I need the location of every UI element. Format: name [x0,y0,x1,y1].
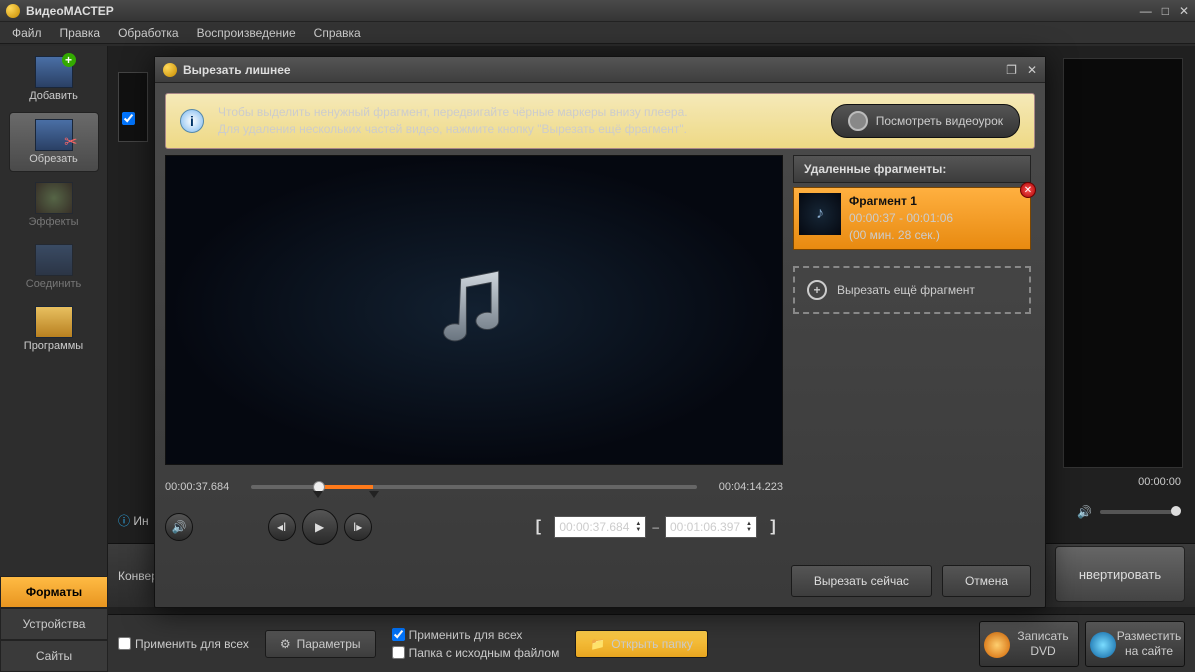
menu-process[interactable]: Обработка [110,24,187,42]
modal-logo-icon [163,63,177,77]
plus-icon: + [807,280,827,300]
trim-modal: Вырезать лишнее ❐ ✕ i Чтобы выделить нен… [154,56,1046,608]
programs-icon [35,306,73,338]
sidebar-add[interactable]: Добавить [9,50,99,108]
menu-file[interactable]: Файл [4,24,50,42]
in-timecode-field[interactable]: 00:00:37.684▲▼ [554,516,646,538]
bracket-in-icon[interactable]: [ [528,515,548,539]
tab-formats[interactable]: Форматы [0,576,108,608]
menu-help[interactable]: Справка [306,24,369,42]
step-fwd-button[interactable]: I▸ [344,513,372,541]
apply-all-checkbox[interactable]: Применить для всех [118,637,249,651]
timeline-selection [317,485,373,489]
app-title: ВидеоМАСТЕР [26,4,114,18]
step-back-button[interactable]: ◂I [268,513,296,541]
mute-button[interactable]: 🔊 [165,513,193,541]
scissors-icon [35,119,73,151]
timecode-left: 00:00:37.684 [165,481,241,493]
modal-title: Вырезать лишнее [183,63,291,77]
tab-sites[interactable]: Сайты [0,640,108,672]
hint-line-2: Для удаления нескольких частей видео, на… [218,121,817,138]
modal-close-icon[interactable]: ✕ [1027,63,1037,77]
add-icon [35,56,73,88]
globe-icon [1090,632,1116,658]
maximize-icon[interactable]: □ [1162,4,1169,18]
fragment-item[interactable]: ♪ Фрагмент 1 00:00:37 - 00:01:06 (00 мин… [793,187,1031,250]
params-button[interactable]: ⚙Параметры [265,630,376,658]
fragments-heading: Удаленные фрагменты: [793,155,1031,183]
timeline-track[interactable] [251,479,697,495]
dvd-icon [984,632,1010,658]
join-icon [35,244,73,276]
tab-devices[interactable]: Устройства [0,608,108,640]
player-screen[interactable] [165,155,783,465]
play-button[interactable]: ▶ [302,509,338,545]
cancel-button[interactable]: Отмена [942,565,1031,597]
marker-in[interactable] [313,491,323,498]
modal-titlebar: Вырезать лишнее ❐ ✕ [155,57,1045,83]
timeline: 00:00:37.684 00:04:14.223 [165,479,783,495]
hint-banner: i Чтобы выделить ненужный фрагмент, пере… [165,93,1035,149]
fragment-range: 00:00:37 - 00:01:06 [849,211,953,225]
video-lesson-button[interactable]: Посмотреть видеоурок [831,104,1020,138]
sidebar-effects[interactable]: Эффекты [9,176,99,234]
src-folder-checkbox[interactable]: Папка с исходным файлом [392,646,560,660]
minimize-icon[interactable]: — [1140,4,1152,18]
menubar: Файл Правка Обработка Воспроизведение Сп… [0,22,1195,44]
add-fragment-button[interactable]: + Вырезать ещё фрагмент [793,266,1031,314]
marker-out[interactable] [369,491,379,498]
apply-all-checkbox-2[interactable]: Применить для всех [392,628,560,642]
burn-dvd-button[interactable]: ЗаписатьDVD [979,621,1079,667]
menu-edit[interactable]: Правка [52,24,109,42]
range-dash: – [652,520,659,534]
effects-icon [35,182,73,214]
bottom-strip: Применить для всех ⚙Параметры Применить … [108,614,1195,672]
clip-checkbox[interactable] [122,112,135,125]
webcam-icon [848,111,868,131]
close-icon[interactable]: ✕ [1179,4,1189,18]
fragments-panel: Удаленные фрагменты: ♪ Фрагмент 1 00:00:… [793,155,1031,545]
modal-restore-icon[interactable]: ❐ [1006,63,1017,77]
music-note-icon [436,267,512,353]
volume-slider[interactable] [1100,510,1177,514]
gear-icon: ⚙ [280,637,291,651]
out-timecode-field[interactable]: 00:01:06.397▲▼ [665,516,757,538]
clip-thumb[interactable] [118,72,148,142]
volume-icon[interactable]: 🔊 [1077,505,1092,519]
fragment-remove-icon[interactable]: ✕ [1020,182,1036,198]
fragment-thumb-icon: ♪ [799,193,841,235]
titlebar: ВидеоМАСТЕР — □ ✕ [0,0,1195,22]
bracket-out-icon[interactable]: ] [763,515,783,539]
info-icon: i [180,109,204,133]
fragment-duration: (00 мин. 28 сек.) [849,228,940,242]
fragment-name: Фрагмент 1 [849,194,917,208]
preview-area [1063,58,1183,468]
hint-line-1: Чтобы выделить ненужный фрагмент, передв… [218,104,817,121]
sidebar: Добавить Обрезать Эффекты Соединить Прог… [0,46,108,672]
open-folder-button[interactable]: 📁 Открыть папку [575,630,707,658]
cut-now-button[interactable]: Вырезать сейчас [791,565,932,597]
info-hint: ⓘ Ин [118,512,149,529]
preview-time: 00:00:00 [1138,476,1181,488]
app-logo-icon [6,4,20,18]
sidebar-join[interactable]: Соединить [9,238,99,296]
sidebar-trim[interactable]: Обрезать [9,112,99,172]
sidebar-programs[interactable]: Программы [9,300,99,358]
timecode-right: 00:04:14.223 [707,481,783,493]
publish-web-button[interactable]: Разместитьна сайте [1085,621,1185,667]
menu-playback[interactable]: Воспроизведение [189,24,304,42]
convert-button[interactable]: нвертировать [1055,546,1185,602]
player: 00:00:37.684 00:04:14.223 🔊 ◂I ▶ I▸ [165,155,783,545]
